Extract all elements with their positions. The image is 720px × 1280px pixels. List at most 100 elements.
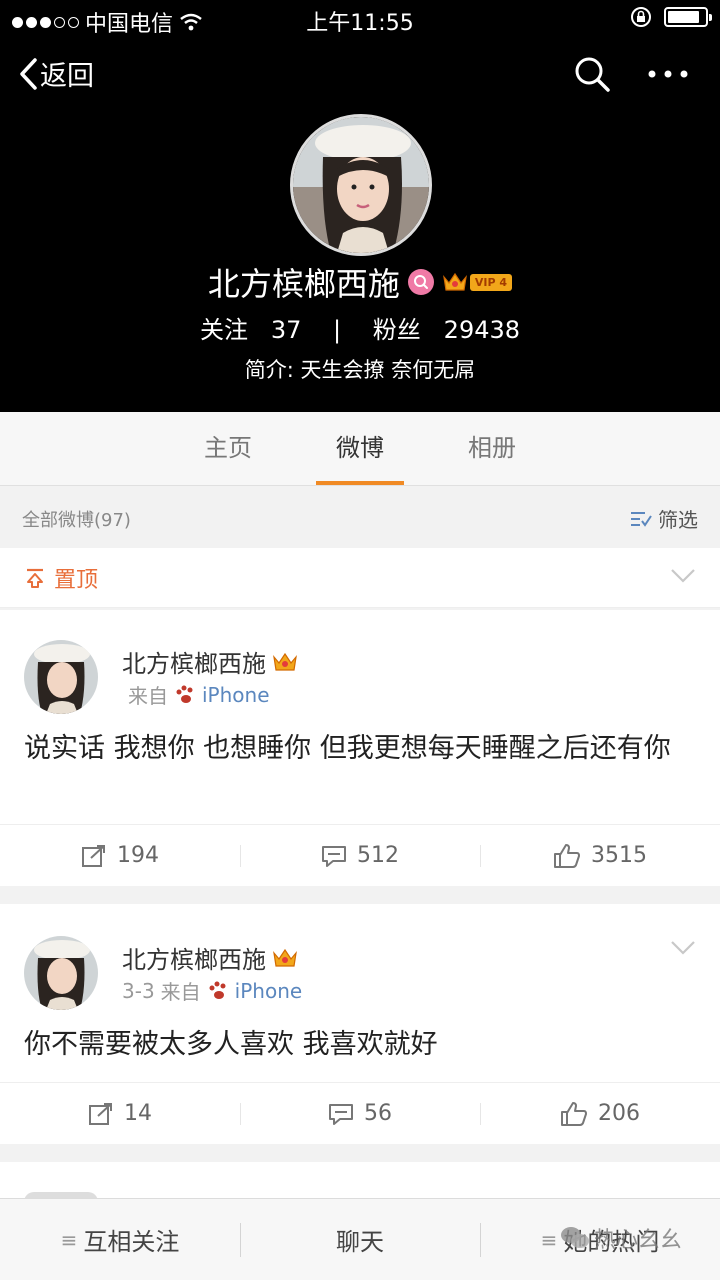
followers-label: 粉丝 bbox=[372, 316, 421, 344]
chat-button[interactable]: 聊天 bbox=[240, 1199, 480, 1280]
crown-icon bbox=[273, 948, 297, 967]
author-name[interactable]: 北方槟榔西施 bbox=[122, 940, 266, 975]
pinned-row[interactable]: 置顶 bbox=[0, 548, 720, 608]
source-prefix: 来自 bbox=[128, 684, 168, 708]
post-card[interactable]: 北方槟榔西施 来自 iPhone 说实话 我想你 也想睡你 但我更想每天睡醒之后… bbox=[0, 610, 720, 886]
filter-label: 筛选 bbox=[658, 508, 698, 532]
comment-icon bbox=[329, 1103, 353, 1125]
status-time: 上午11:55 bbox=[306, 11, 414, 36]
profile-name: 北方槟榔西施 bbox=[207, 265, 400, 303]
chat-label: 聊天 bbox=[336, 1228, 384, 1256]
search-icon bbox=[575, 57, 610, 92]
comment-icon bbox=[322, 845, 346, 867]
like-button[interactable]: 3515 bbox=[480, 825, 720, 886]
paw-icon bbox=[176, 685, 193, 703]
post-actions: 194 512 3515 bbox=[0, 824, 720, 886]
pinned-label: 置顶 bbox=[54, 568, 99, 593]
post-text: 说实话 我想你 也想睡你 但我更想每天睡醒之后还有你 bbox=[24, 733, 671, 764]
status-right bbox=[630, 6, 712, 28]
like-count: 3515 bbox=[591, 843, 647, 868]
chevron-down-icon[interactable] bbox=[670, 566, 696, 586]
repost-count: 194 bbox=[117, 843, 159, 868]
verified-search-icon[interactable] bbox=[407, 269, 434, 295]
thumbs-up-icon bbox=[561, 1101, 587, 1126]
back-button[interactable]: 返回 bbox=[18, 54, 94, 93]
vip-level: VIP 4 bbox=[469, 273, 513, 291]
battery-icon bbox=[664, 7, 712, 27]
more-button[interactable] bbox=[644, 56, 692, 92]
filter-icon bbox=[631, 511, 652, 527]
post-actions: 14 56 206 bbox=[0, 1082, 720, 1144]
repost-button[interactable]: 14 bbox=[0, 1083, 240, 1144]
chevron-down-icon[interactable] bbox=[670, 938, 696, 958]
profile-tabs: 主页 微博 相册 bbox=[0, 412, 720, 486]
watermark: 热心幺幺 bbox=[560, 1222, 682, 1254]
paw-icon bbox=[209, 981, 226, 999]
filter-row: 全部微博(97) 筛选 bbox=[0, 490, 720, 546]
post-card[interactable] bbox=[0, 1162, 720, 1202]
mutual-follow-button[interactable]: ≡ 互相关注 bbox=[0, 1199, 240, 1280]
mutual-follow-label: 互相关注 bbox=[83, 1228, 180, 1256]
repost-icon bbox=[82, 844, 105, 867]
chevron-left-icon bbox=[20, 57, 37, 90]
followers-stat[interactable]: 粉丝 29438 bbox=[373, 310, 520, 345]
tab-weibo[interactable]: 微博 bbox=[316, 412, 404, 486]
avatar-photo bbox=[293, 117, 429, 253]
author-name[interactable]: 北方槟榔西施 bbox=[122, 644, 266, 679]
post-meta: 来自 iPhone bbox=[122, 680, 270, 709]
profile-stats: 关注 37 | 粉丝 29438 bbox=[0, 310, 720, 350]
back-label: 返回 bbox=[40, 61, 94, 92]
wechat-icon bbox=[561, 1227, 589, 1248]
profile-bio: 简介: 天生会撩 奈何无屌 bbox=[244, 358, 476, 382]
author-avatar[interactable] bbox=[24, 936, 98, 1010]
all-posts-count: 全部微博(97) bbox=[22, 510, 131, 531]
repost-count: 14 bbox=[124, 1101, 152, 1126]
menu-icon: ≡ bbox=[60, 1227, 78, 1252]
author-avatar[interactable] bbox=[24, 640, 98, 714]
author-row: 北方槟榔西施 bbox=[122, 940, 298, 975]
tab-home[interactable]: 主页 bbox=[184, 412, 272, 486]
tab-album[interactable]: 相册 bbox=[448, 412, 536, 486]
crown-icon bbox=[443, 272, 467, 291]
like-button[interactable]: 206 bbox=[480, 1083, 720, 1144]
like-count: 206 bbox=[598, 1101, 640, 1126]
profile-name-row: 北方槟榔西施 VIP 4 bbox=[0, 258, 720, 306]
followers-count: 29438 bbox=[443, 316, 521, 344]
repost-icon bbox=[89, 1102, 112, 1125]
stat-divider: | bbox=[333, 316, 342, 344]
filter-button[interactable]: 筛选 bbox=[630, 504, 698, 533]
comment-button[interactable]: 56 bbox=[240, 1083, 480, 1144]
search-button[interactable] bbox=[572, 54, 612, 94]
post-source[interactable]: iPhone bbox=[235, 979, 303, 1003]
post-source[interactable]: iPhone bbox=[202, 683, 270, 707]
pinned-label-group: 置顶 bbox=[24, 562, 98, 594]
nav-bar: 返回 bbox=[0, 46, 720, 102]
comment-button[interactable]: 512 bbox=[240, 825, 480, 886]
watermark-text: 热心幺幺 bbox=[594, 1228, 683, 1253]
repost-button[interactable]: 194 bbox=[0, 825, 240, 886]
menu-icon: ≡ bbox=[540, 1227, 558, 1252]
active-tab-indicator bbox=[316, 481, 404, 485]
author-row: 北方槟榔西施 bbox=[122, 644, 298, 679]
more-dots-icon bbox=[648, 70, 688, 78]
following-label: 关注 bbox=[199, 316, 248, 344]
post-card[interactable]: 北方槟榔西施 3-3 来自 iPhone 你不需要被太多人喜欢 我喜欢就好 14 bbox=[0, 904, 720, 1144]
following-count: 37 bbox=[270, 316, 302, 344]
post-date: 3-3 bbox=[122, 978, 155, 1003]
following-stat[interactable]: 关注 37 bbox=[200, 310, 301, 345]
thumbs-up-icon bbox=[554, 843, 580, 868]
post-text: 你不需要被太多人喜欢 我喜欢就好 bbox=[24, 1029, 438, 1060]
status-bar: 中国电信 上午11:55 bbox=[0, 0, 720, 37]
post-meta: 3-3 来自 iPhone bbox=[122, 976, 302, 1005]
rotation-lock-icon bbox=[631, 7, 651, 27]
comment-count: 512 bbox=[357, 843, 399, 868]
comment-count: 56 bbox=[364, 1101, 392, 1126]
crown-icon bbox=[273, 652, 297, 671]
profile-header: 中国电信 上午11:55 返回 北方槟榔西施 VIP 4 关注 37 | 粉丝 … bbox=[0, 0, 720, 412]
vip-badge[interactable]: VIP 4 bbox=[442, 271, 513, 293]
avatar-photo bbox=[24, 936, 98, 1010]
source-prefix: 来自 bbox=[160, 980, 201, 1004]
pin-top-icon bbox=[27, 568, 43, 588]
avatar-photo bbox=[24, 640, 98, 714]
profile-avatar[interactable] bbox=[290, 114, 432, 256]
